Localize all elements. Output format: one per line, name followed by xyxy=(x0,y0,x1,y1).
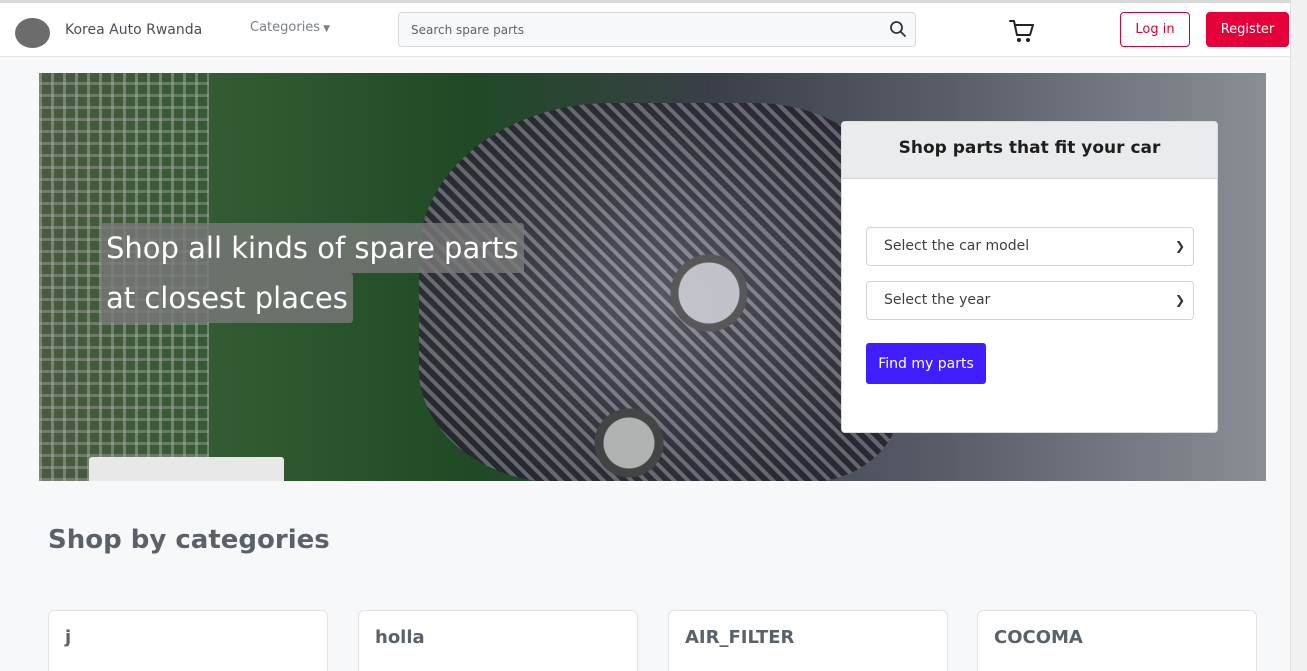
category-card[interactable]: j xyxy=(48,610,328,671)
parts-finder-card: Shop parts that fit your car Select the … xyxy=(841,121,1218,433)
brand-name[interactable]: Korea Auto Rwanda xyxy=(65,22,202,38)
cart-icon[interactable] xyxy=(1008,17,1036,45)
hero-image-plate xyxy=(89,457,284,481)
car-model-select[interactable]: Select the car model ❯ xyxy=(866,227,1194,266)
search-input[interactable] xyxy=(399,13,869,46)
find-parts-button[interactable]: Find my parts xyxy=(866,343,986,384)
categories-label: Categories xyxy=(250,20,321,35)
search-icon[interactable] xyxy=(889,20,907,38)
chevron-down-icon: ❯ xyxy=(1174,239,1185,253)
hero-tagline: Shop all kinds of spare parts at closest… xyxy=(101,223,524,323)
car-model-select-value: Select the car model xyxy=(884,238,1030,254)
chevron-down-icon: ▼ xyxy=(323,24,330,34)
search-bar xyxy=(398,12,916,47)
register-button[interactable]: Register xyxy=(1206,12,1289,47)
category-name: holla xyxy=(375,627,425,648)
category-name: AIR_FILTER xyxy=(685,627,795,648)
year-select[interactable]: Select the year ❯ xyxy=(866,281,1194,320)
category-card[interactable]: AIR_FILTER xyxy=(668,610,948,671)
categories-dropdown[interactable]: Categories ▼ xyxy=(250,20,330,35)
logo[interactable] xyxy=(15,18,50,48)
login-button[interactable]: Log in xyxy=(1120,12,1190,47)
chevron-down-icon: ❯ xyxy=(1174,293,1185,307)
top-navbar: Korea Auto Rwanda Categories▼ Log in Reg… xyxy=(0,0,1290,57)
hero-tagline-line2: at closest places xyxy=(101,273,353,323)
category-card[interactable]: holla xyxy=(358,610,638,671)
finder-title: Shop parts that fit your car xyxy=(842,122,1217,179)
hero-tagline-line1: Shop all kinds of spare parts xyxy=(101,223,524,273)
year-select-value: Select the year xyxy=(884,292,991,308)
page-scrollbar[interactable] xyxy=(1290,0,1307,671)
category-name: j xyxy=(65,627,72,648)
categories-title: Shop by categories xyxy=(48,525,330,555)
category-name: COCOMA xyxy=(994,627,1083,648)
category-card[interactable]: COCOMA xyxy=(977,610,1257,671)
